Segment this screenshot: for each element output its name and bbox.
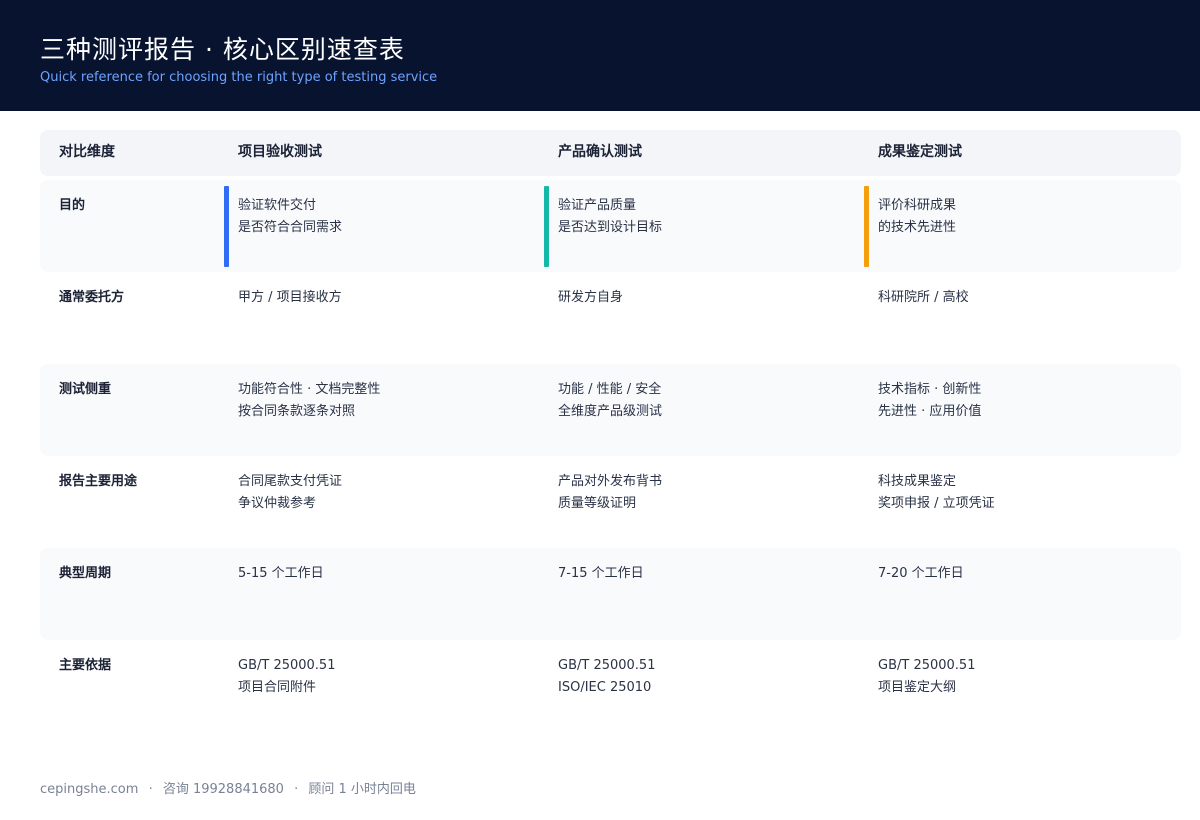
table-cell: 科研院所 / 高校 [878, 287, 969, 309]
cell-line: 的技术先进性 [878, 220, 957, 235]
footer-separator: · [148, 782, 153, 797]
column-header-product-test: 产品确认测试 [558, 144, 642, 160]
table-row: 通常委托方 甲方 / 项目接收方 研发方自身 科研院所 / 高校 [40, 272, 1181, 364]
cell-line: GB/T 25000.51 [238, 658, 336, 673]
table-cell: 技术指标 · 创新性 先进性 · 应用价值 [878, 379, 981, 423]
cell-line: 研发方自身 [558, 290, 624, 305]
table-cell: GB/T 25000.51 ISO/IEC 25010 [558, 655, 655, 699]
table-row: 报告主要用途 合同尾款支付凭证 争议仲裁参考 产品对外发布背书 质量等级证明 科技成果鉴定… [40, 456, 1181, 548]
table-row: 主要依据 GB/T 25000.51 项目合同附件 GB/T 25000.51 ISO/… [40, 640, 1181, 732]
cell-line: GB/T 25000.51 [878, 658, 976, 673]
cell-line: 7-20 个工作日 [878, 566, 964, 581]
table-cell: 验证软件交付是否符合合同需求 [238, 195, 342, 239]
footer-reply-note: 顾问 1 小时内回电 [308, 782, 416, 797]
cell-line: 验证产品质量 [558, 198, 637, 213]
cell-line: 奖项申报 / 立项凭证 [878, 496, 995, 511]
footer-contact: 咨询 19928841680 [162, 782, 284, 797]
cell-line: 是否符合合同需求 [238, 220, 343, 235]
table-row: 典型周期 5-15 个工作日 7-15 个工作日 7-20 个工作日 [40, 548, 1181, 640]
table-body: 目的 验证软件交付是否符合合同需求 验证产品质量是否达到设计目标 评价科研成果 的技术先… [40, 180, 1181, 732]
table-header-row: 对比维度 项目验收测试 产品确认测试 成果鉴定测试 [40, 130, 1181, 176]
column-accent-bar [864, 186, 869, 267]
cell-line: 5-15 个工作日 [238, 566, 324, 581]
table-cell: 科技成果鉴定奖项申报 / 立项凭证 [878, 471, 995, 515]
table-cell: 功能符合性 · 文档完整性 按合同条款逐条对照 [238, 379, 380, 423]
cell-line: GB/T 25000.51 [558, 658, 656, 673]
cell-line: 功能符合性 · 文档完整性 [238, 382, 381, 397]
footer-separator: · [294, 782, 299, 797]
row-label: 通常委托方 [59, 290, 125, 305]
cell-line: 7-15 个工作日 [558, 566, 644, 581]
table-cell: 研发方自身 [558, 287, 623, 309]
footer-site[interactable]: cepingshe.com [40, 782, 138, 797]
cell-line: 技术指标 · 创新性 [878, 382, 982, 397]
cell-line: 争议仲裁参考 [238, 496, 317, 511]
table-cell: 功能 / 性能 / 安全 全维度产品级测试 [558, 379, 662, 423]
cell-line: 项目鉴定大纲 [878, 680, 957, 695]
cell-line: 科技成果鉴定 [878, 474, 957, 489]
table-cell: 合同尾款支付凭证 争议仲裁参考 [238, 471, 342, 515]
page-header: 三种测评报告 · 核心区别速查表 Quick reference for cho… [0, 0, 1200, 111]
cell-line: 科研院所 / 高校 [878, 290, 969, 305]
table-cell: 甲方 / 项目接收方 [238, 287, 342, 309]
cell-line: 是否达到设计目标 [558, 220, 663, 235]
table-cell: 7-15 个工作日 [558, 563, 644, 585]
row-label: 目的 [59, 198, 86, 213]
cell-line: 项目合同附件 [238, 680, 317, 695]
column-accent-bar [544, 186, 549, 267]
cell-line: 功能 / 性能 / 安全 [558, 382, 662, 397]
cell-line: 按合同条款逐条对照 [238, 404, 356, 419]
table-cell: GB/T 25000.51 项目合同附件 [238, 655, 335, 699]
cell-line: 全维度产品级测试 [558, 404, 663, 419]
cell-line: 验证软件交付 [238, 198, 317, 213]
cell-line: 评价科研成果 [878, 198, 957, 213]
table-cell: 验证产品质量是否达到设计目标 [558, 195, 662, 239]
cell-line: 产品对外发布背书 [558, 474, 663, 489]
column-accent-bar [224, 186, 229, 267]
table-cell: 5-15 个工作日 [238, 563, 324, 585]
table-row: 测试侧重 功能符合性 · 文档完整性 按合同条款逐条对照 功能 / 性能 / 安全 全维… [40, 364, 1181, 456]
row-label: 主要依据 [59, 658, 112, 673]
cell-line: ISO/IEC 25010 [558, 680, 652, 695]
cell-line: 甲方 / 项目接收方 [238, 290, 342, 305]
page-footer: cepingshe.com · 咨询 19928841680 · 顾问 1 小时… [40, 778, 422, 797]
page-subtitle: Quick reference for choosing the right t… [40, 70, 438, 85]
column-header-acceptance-test: 项目验收测试 [238, 144, 322, 160]
table-cell: 7-20 个工作日 [878, 563, 964, 585]
table-cell: GB/T 25000.51 项目鉴定大纲 [878, 655, 975, 699]
row-label: 测试侧重 [59, 382, 112, 397]
table-cell: 评价科研成果 的技术先进性 [878, 195, 956, 239]
column-header-appraisal-test: 成果鉴定测试 [878, 144, 962, 160]
page-title: 三种测评报告 · 核心区别速查表 [40, 35, 405, 64]
column-header-dimension: 对比维度 [59, 144, 115, 160]
table-row: 目的 验证软件交付是否符合合同需求 验证产品质量是否达到设计目标 评价科研成果 的技术先… [40, 180, 1181, 272]
row-label: 典型周期 [59, 566, 112, 581]
table-cell: 产品对外发布背书 质量等级证明 [558, 471, 662, 515]
cell-line: 先进性 · 应用价值 [878, 404, 982, 419]
cell-line: 质量等级证明 [558, 496, 637, 511]
row-label: 报告主要用途 [59, 474, 138, 489]
comparison-table: 对比维度 项目验收测试 产品确认测试 成果鉴定测试 目的 验证软件交付是否符合合同… [40, 130, 1181, 732]
cell-line: 合同尾款支付凭证 [238, 474, 343, 489]
